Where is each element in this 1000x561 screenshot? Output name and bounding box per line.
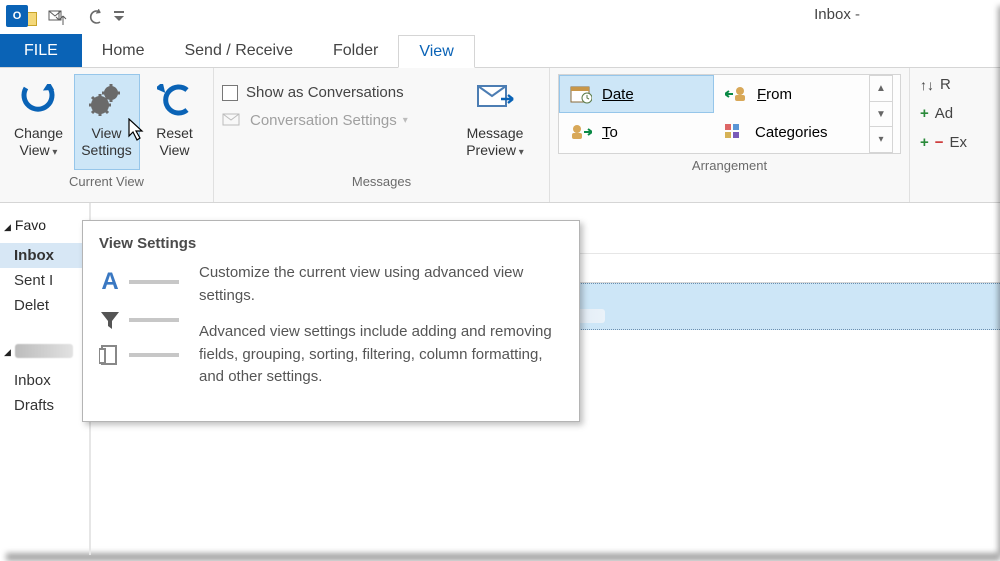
account-header[interactable]: [4, 342, 89, 358]
arrange-to[interactable]: To: [559, 113, 714, 151]
group-label-current-view: Current View: [69, 170, 144, 195]
tab-folder[interactable]: Folder: [313, 34, 398, 67]
group-messages: Show as Conversations Conversation Setti…: [214, 68, 550, 202]
conversation-settings-button: Conversation Settings ▾: [222, 111, 452, 129]
folder-pane: Favo Inbox Sent I Delet Inbox Drafts: [0, 203, 90, 555]
group-current-view: Change View ▾ View Settings Reset View C…: [0, 68, 214, 202]
gallery-expand-icon[interactable]: ▾: [870, 127, 892, 152]
message-preview-icon: [475, 81, 515, 121]
reset-view-icon: [155, 81, 195, 121]
view-settings-button[interactable]: View Settings: [74, 74, 140, 170]
categories-icon: [725, 124, 745, 140]
title-bar: O Inbox -: [0, 0, 1000, 34]
scroll-up-icon[interactable]: ▲: [870, 76, 892, 102]
ribbon-tabs: FILE Home Send / Receive Folder View: [0, 34, 1000, 68]
group-label-messages: Messages: [222, 170, 541, 195]
tab-file[interactable]: FILE: [0, 34, 82, 67]
group-arrangement: Date To From Categories ▲ ▼: [550, 68, 910, 202]
from-icon: [725, 85, 747, 103]
expand-collapse-button[interactable]: +−Ex: [920, 134, 967, 151]
to-icon: [570, 123, 592, 141]
qat-send-receive-icon[interactable]: [44, 5, 72, 29]
qat-customize-icon[interactable]: [110, 5, 128, 29]
view-settings-tooltip: View Settings A Customize the current vi…: [82, 220, 580, 422]
scroll-down-icon[interactable]: ▼: [870, 102, 892, 128]
app-icon: O: [6, 3, 36, 31]
tooltip-title: View Settings: [99, 235, 563, 252]
sidebar-item-inbox[interactable]: Inbox: [0, 243, 89, 268]
add-columns-button[interactable]: +Ad: [920, 105, 967, 122]
arrange-from[interactable]: From: [714, 75, 869, 113]
arrangement-gallery-scroll[interactable]: ▲ ▼ ▾: [869, 75, 893, 153]
change-view-icon: [19, 81, 59, 121]
ribbon: Change View ▾ View Settings Reset View C…: [0, 68, 1000, 203]
arrange-categories[interactable]: Categories: [714, 113, 869, 151]
sidebar-item-deleted[interactable]: Delet: [14, 293, 89, 318]
tab-view[interactable]: View: [398, 35, 474, 68]
message-preview-button[interactable]: Message Preview ▾: [452, 74, 538, 170]
sidebar-item-sent[interactable]: Sent I: [14, 268, 89, 293]
sidebar-item-inbox-2[interactable]: Inbox: [14, 368, 89, 393]
arrange-date[interactable]: Date: [559, 75, 714, 113]
show-conversations-checkbox[interactable]: Show as Conversations: [222, 84, 452, 101]
date-icon: [570, 84, 592, 104]
ribbon-overflow: ↑↓R +Ad +−Ex: [910, 68, 973, 202]
undo-icon[interactable]: [82, 5, 110, 29]
tooltip-icon: A: [99, 262, 179, 403]
reverse-sort-button[interactable]: ↑↓R: [920, 76, 967, 93]
reset-view-label: Reset View: [143, 125, 207, 159]
tab-home[interactable]: Home: [82, 34, 165, 67]
reset-view-button[interactable]: Reset View: [142, 74, 208, 170]
sidebar-item-drafts[interactable]: Drafts: [14, 393, 89, 418]
tooltip-body: Customize the current view using advance…: [199, 262, 563, 403]
checkbox-icon: [222, 85, 238, 101]
gear-icon: [87, 81, 127, 121]
tab-send-receive[interactable]: Send / Receive: [164, 34, 313, 67]
view-settings-label: View Settings: [75, 125, 139, 159]
conversation-icon: [222, 111, 244, 129]
favorites-header[interactable]: Favo: [4, 217, 89, 233]
group-label-arrangement: Arrangement: [558, 154, 901, 179]
change-view-button[interactable]: Change View ▾: [6, 74, 72, 170]
